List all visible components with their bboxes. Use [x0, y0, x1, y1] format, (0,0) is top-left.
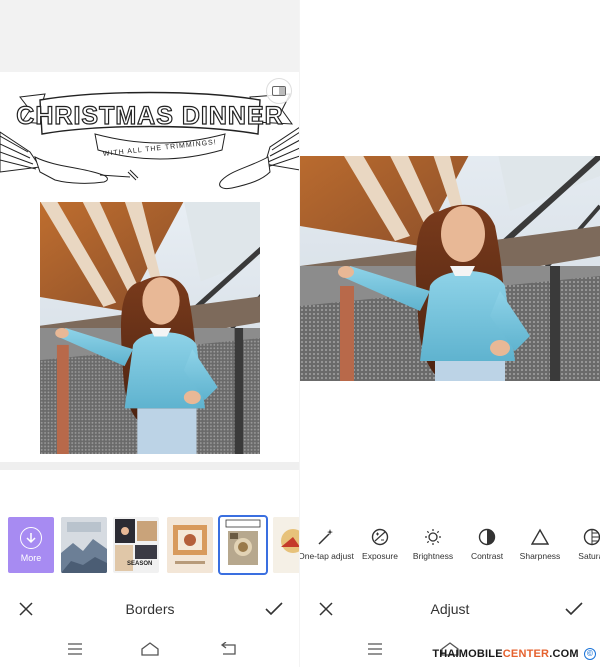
- tool-brightness[interactable]: Brightness: [403, 528, 463, 568]
- season-label: SEASON: [127, 561, 153, 567]
- exposure-icon: [371, 528, 389, 546]
- tool-one-tap-adjust[interactable]: One-tap adjust: [300, 528, 356, 568]
- compare-icon: [272, 86, 286, 96]
- compare-toggle-button[interactable]: [266, 78, 292, 104]
- more-label: More: [20, 553, 42, 563]
- border-thumb-partial[interactable]: [273, 517, 300, 573]
- panel-title-adjust: Adjust: [430, 601, 470, 617]
- adjust-tools-row[interactable]: One-tap adjust Exposure Brightness Contr…: [300, 528, 600, 568]
- framed-photo: [40, 202, 260, 454]
- tool-saturation[interactable]: Saturat: [562, 528, 600, 568]
- watermark-part1: THAIMOBILE: [432, 648, 503, 660]
- banner-title: CHRISTMAS DINNER: [16, 102, 283, 130]
- tool-exposure[interactable]: Exposure: [350, 528, 410, 568]
- magic-wand-icon: [317, 528, 335, 546]
- watermark-part2: CENTER: [502, 648, 550, 660]
- tool-label: Brightness: [412, 551, 454, 561]
- site-watermark: THAIMOBILECENTER.COM ©: [432, 648, 596, 661]
- menu-icon[interactable]: [365, 640, 385, 658]
- canvas-divider: [0, 462, 300, 470]
- tool-label: Contrast: [470, 551, 504, 561]
- tool-label: Sharpness: [519, 551, 561, 561]
- menu-icon[interactable]: [65, 640, 85, 658]
- tool-sharpness[interactable]: Sharpness: [510, 528, 570, 568]
- watermark-part3: .COM: [549, 648, 579, 660]
- more-borders-button[interactable]: More: [8, 517, 54, 573]
- contrast-icon: [478, 528, 496, 546]
- borders-screen: CHRISTMAS DINNER WITH ALL THE TRIMMINGS!…: [0, 0, 300, 667]
- christmas-banner-illustration: CHRISTMAS DINNER WITH ALL THE TRIMMINGS!: [0, 91, 300, 189]
- close-icon[interactable]: [16, 599, 36, 619]
- download-circle-icon: [20, 527, 42, 549]
- adjust-screen: One-tap adjust Exposure Brightness Contr…: [300, 0, 600, 667]
- close-icon[interactable]: [316, 599, 336, 619]
- check-icon[interactable]: [564, 599, 584, 619]
- triangle-icon: [531, 528, 549, 546]
- adjust-photo: [300, 156, 600, 381]
- border-thumb-christmas-selected[interactable]: [218, 515, 268, 575]
- tool-label: Exposure: [362, 551, 398, 561]
- tool-label: One-tap adjust: [300, 551, 354, 561]
- borders-bottom-bar: Borders: [0, 586, 300, 632]
- border-thumb-season[interactable]: SEASON: [113, 517, 159, 573]
- top-spacer: [0, 0, 300, 72]
- saturation-icon: [583, 528, 600, 546]
- tool-label: Saturat: [578, 551, 600, 561]
- border-thumb-mountain[interactable]: [61, 517, 107, 573]
- border-thumbnail-strip[interactable]: More SEASON: [0, 515, 300, 577]
- panel-title-borders: Borders: [125, 601, 175, 617]
- tool-contrast[interactable]: Contrast: [457, 528, 517, 568]
- home-icon[interactable]: [140, 640, 160, 658]
- sun-icon: [424, 528, 442, 546]
- check-icon[interactable]: [264, 599, 284, 619]
- copyright-icon: ©: [584, 648, 596, 661]
- border-thumb-orange-photo[interactable]: [167, 517, 213, 573]
- system-nav-bar: [0, 632, 300, 667]
- adjust-bottom-bar: Adjust: [300, 586, 600, 632]
- back-icon[interactable]: [218, 640, 238, 658]
